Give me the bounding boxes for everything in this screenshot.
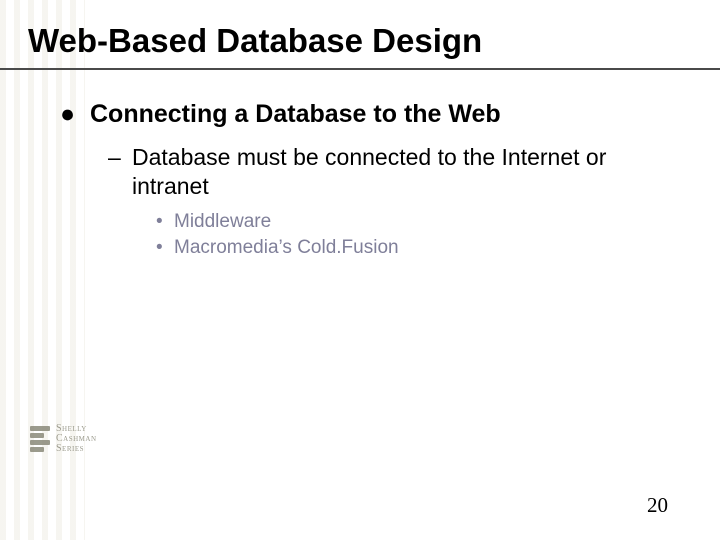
page-number: 20: [647, 493, 668, 518]
series-logo: Shelly Cashman Series: [30, 424, 97, 454]
bullet-dash-icon: –: [108, 143, 132, 201]
bullet-level1-text: Connecting a Database to the Web: [90, 100, 501, 129]
bullet-small-dot-icon: •: [156, 211, 174, 233]
bullet-dot-icon: ●: [60, 100, 90, 129]
bullet-level1: ● Connecting a Database to the Web: [60, 100, 680, 129]
bullet-level3: • Middleware: [156, 211, 680, 233]
slide-content: ● Connecting a Database to the Web – Dat…: [60, 100, 680, 263]
logo-mark-icon: [30, 426, 50, 452]
bullet-level2-text: Database must be connected to the Intern…: [132, 143, 680, 201]
slide: Web-Based Database Design ● Connecting a…: [0, 0, 720, 540]
logo-text: Shelly Cashman Series: [56, 424, 97, 454]
bullet-level3: • Macromedia’s Cold.Fusion: [156, 237, 680, 259]
bullet-small-dot-icon: •: [156, 237, 174, 259]
logo-line3: Series: [56, 444, 97, 454]
bullet-level3-text: Macromedia’s Cold.Fusion: [174, 237, 399, 259]
title-underline: [0, 68, 720, 70]
slide-title: Web-Based Database Design: [28, 22, 482, 60]
bullet-level3-text: Middleware: [174, 211, 271, 233]
bullet-level2: – Database must be connected to the Inte…: [108, 143, 680, 201]
